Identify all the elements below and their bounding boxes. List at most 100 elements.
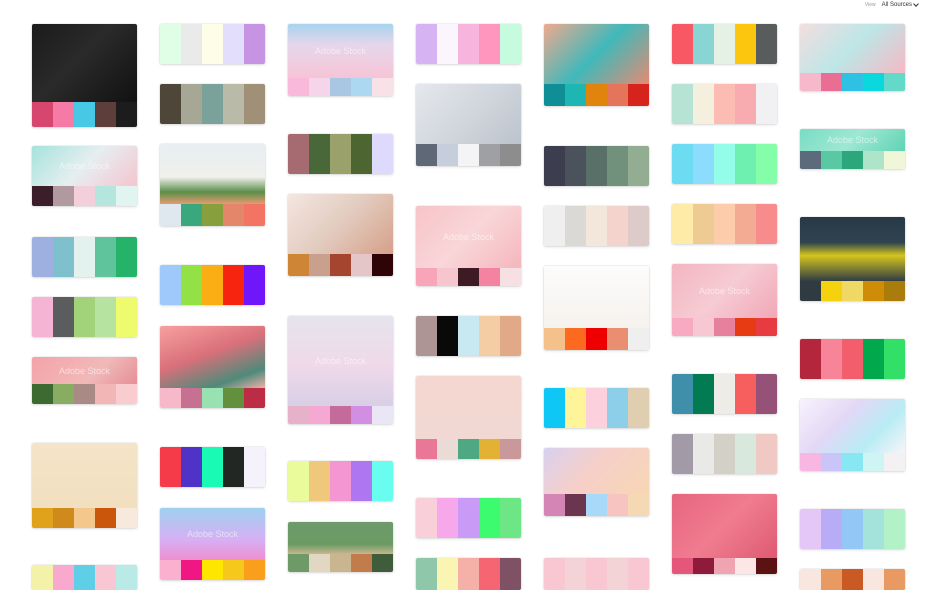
- palette-card-pink-gray-lime[interactable]: [32, 297, 137, 337]
- color-swatch[interactable]: [565, 494, 586, 516]
- color-swatch[interactable]: [693, 204, 714, 244]
- color-swatch[interactable]: [628, 146, 649, 186]
- color-swatch[interactable]: [479, 24, 500, 64]
- color-swatch[interactable]: [181, 24, 202, 64]
- color-swatch[interactable]: [116, 297, 137, 337]
- color-swatch[interactable]: [330, 461, 351, 501]
- color-swatch[interactable]: [607, 558, 628, 590]
- color-swatch[interactable]: [756, 204, 777, 244]
- color-swatch[interactable]: [330, 254, 351, 276]
- color-swatch[interactable]: [244, 204, 265, 226]
- color-swatch[interactable]: [288, 461, 309, 501]
- color-swatch[interactable]: [714, 84, 735, 124]
- color-swatch[interactable]: [800, 339, 821, 379]
- color-swatch[interactable]: [116, 102, 137, 127]
- color-swatch[interactable]: [32, 508, 53, 528]
- color-swatch[interactable]: [672, 84, 693, 124]
- color-swatch[interactable]: [416, 268, 437, 286]
- color-swatch[interactable]: [181, 84, 202, 124]
- color-swatch[interactable]: [74, 384, 95, 404]
- color-swatch[interactable]: [586, 558, 607, 590]
- color-swatch[interactable]: [160, 388, 181, 408]
- color-swatch[interactable]: [628, 558, 649, 590]
- color-swatch[interactable]: [735, 318, 756, 336]
- color-swatch[interactable]: [672, 374, 693, 414]
- color-swatch[interactable]: [160, 560, 181, 580]
- color-swatch[interactable]: [756, 558, 777, 574]
- color-swatch[interactable]: [416, 558, 437, 590]
- color-swatch[interactable]: [479, 144, 500, 166]
- color-swatch[interactable]: [74, 565, 95, 590]
- color-swatch[interactable]: [458, 144, 479, 166]
- color-swatch[interactable]: [756, 318, 777, 336]
- palette-card-umbrellas[interactable]: [800, 24, 905, 91]
- color-swatch[interactable]: [202, 388, 223, 408]
- color-swatch[interactable]: [800, 151, 821, 169]
- color-swatch[interactable]: [202, 560, 223, 580]
- color-swatch[interactable]: [351, 78, 372, 96]
- color-swatch[interactable]: [479, 439, 500, 459]
- palette-card-pink-marble-2[interactable]: Adobe Stock: [672, 264, 777, 336]
- color-swatch[interactable]: [586, 146, 607, 186]
- color-swatch[interactable]: [32, 237, 53, 277]
- palette-card-lime-violet-cyan[interactable]: [288, 461, 393, 501]
- color-swatch[interactable]: [842, 339, 863, 379]
- color-swatch[interactable]: [244, 447, 265, 487]
- color-swatch[interactable]: [288, 254, 309, 276]
- color-swatch[interactable]: [756, 434, 777, 474]
- color-swatch[interactable]: [607, 84, 628, 106]
- palette-card-blue-green[interactable]: [32, 237, 137, 277]
- color-swatch[interactable]: [309, 134, 330, 174]
- color-swatch[interactable]: [330, 134, 351, 174]
- color-swatch[interactable]: [735, 374, 756, 414]
- palette-card-business-cards[interactable]: [416, 84, 521, 166]
- palette-card-pastel-mint-pink[interactable]: Adobe Stock: [32, 146, 137, 206]
- color-swatch[interactable]: [500, 316, 521, 356]
- color-swatch[interactable]: [544, 494, 565, 516]
- palette-card-pink-violet-green[interactable]: [416, 498, 521, 538]
- color-swatch[interactable]: [628, 494, 649, 516]
- color-swatch[interactable]: [693, 144, 714, 184]
- color-swatch[interactable]: [821, 569, 842, 590]
- color-swatch[interactable]: [607, 328, 628, 350]
- color-swatch[interactable]: [32, 297, 53, 337]
- color-swatch[interactable]: [223, 265, 244, 305]
- color-swatch[interactable]: [181, 388, 202, 408]
- color-swatch[interactable]: [735, 558, 756, 574]
- color-swatch[interactable]: [544, 328, 565, 350]
- color-swatch[interactable]: [372, 461, 393, 501]
- color-swatch[interactable]: [800, 569, 821, 590]
- color-swatch[interactable]: [800, 73, 821, 91]
- color-swatch[interactable]: [181, 447, 202, 487]
- color-swatch[interactable]: [628, 206, 649, 246]
- color-swatch[interactable]: [565, 558, 586, 590]
- color-swatch[interactable]: [693, 318, 714, 336]
- color-swatch[interactable]: [842, 509, 863, 549]
- color-swatch[interactable]: [458, 24, 479, 64]
- color-swatch[interactable]: [544, 84, 565, 106]
- palette-card-cyan-yellow-pink[interactable]: [544, 388, 649, 428]
- palette-card-olive-rose[interactable]: [288, 134, 393, 174]
- color-swatch[interactable]: [416, 498, 437, 538]
- palette-card-slate-greens[interactable]: [544, 146, 649, 186]
- color-swatch[interactable]: [458, 316, 479, 356]
- color-swatch[interactable]: [202, 84, 223, 124]
- color-swatch[interactable]: [884, 453, 905, 471]
- palette-card-woman-magnifier[interactable]: [288, 194, 393, 276]
- color-swatch[interactable]: [351, 134, 372, 174]
- palette-card-butter-salmon[interactable]: [672, 204, 777, 244]
- color-swatch[interactable]: [437, 144, 458, 166]
- color-swatch[interactable]: [53, 565, 74, 590]
- color-swatch[interactable]: [607, 388, 628, 428]
- palette-card-aqua-greens[interactable]: [672, 144, 777, 184]
- color-swatch[interactable]: [884, 509, 905, 549]
- color-swatch[interactable]: [863, 453, 884, 471]
- color-swatch[interactable]: [735, 144, 756, 184]
- color-swatch[interactable]: [693, 434, 714, 474]
- color-swatch[interactable]: [714, 434, 735, 474]
- color-swatch[interactable]: [565, 84, 586, 106]
- color-swatch[interactable]: [607, 494, 628, 516]
- color-swatch[interactable]: [95, 102, 116, 127]
- color-swatch[interactable]: [74, 237, 95, 277]
- color-swatch[interactable]: [863, 509, 884, 549]
